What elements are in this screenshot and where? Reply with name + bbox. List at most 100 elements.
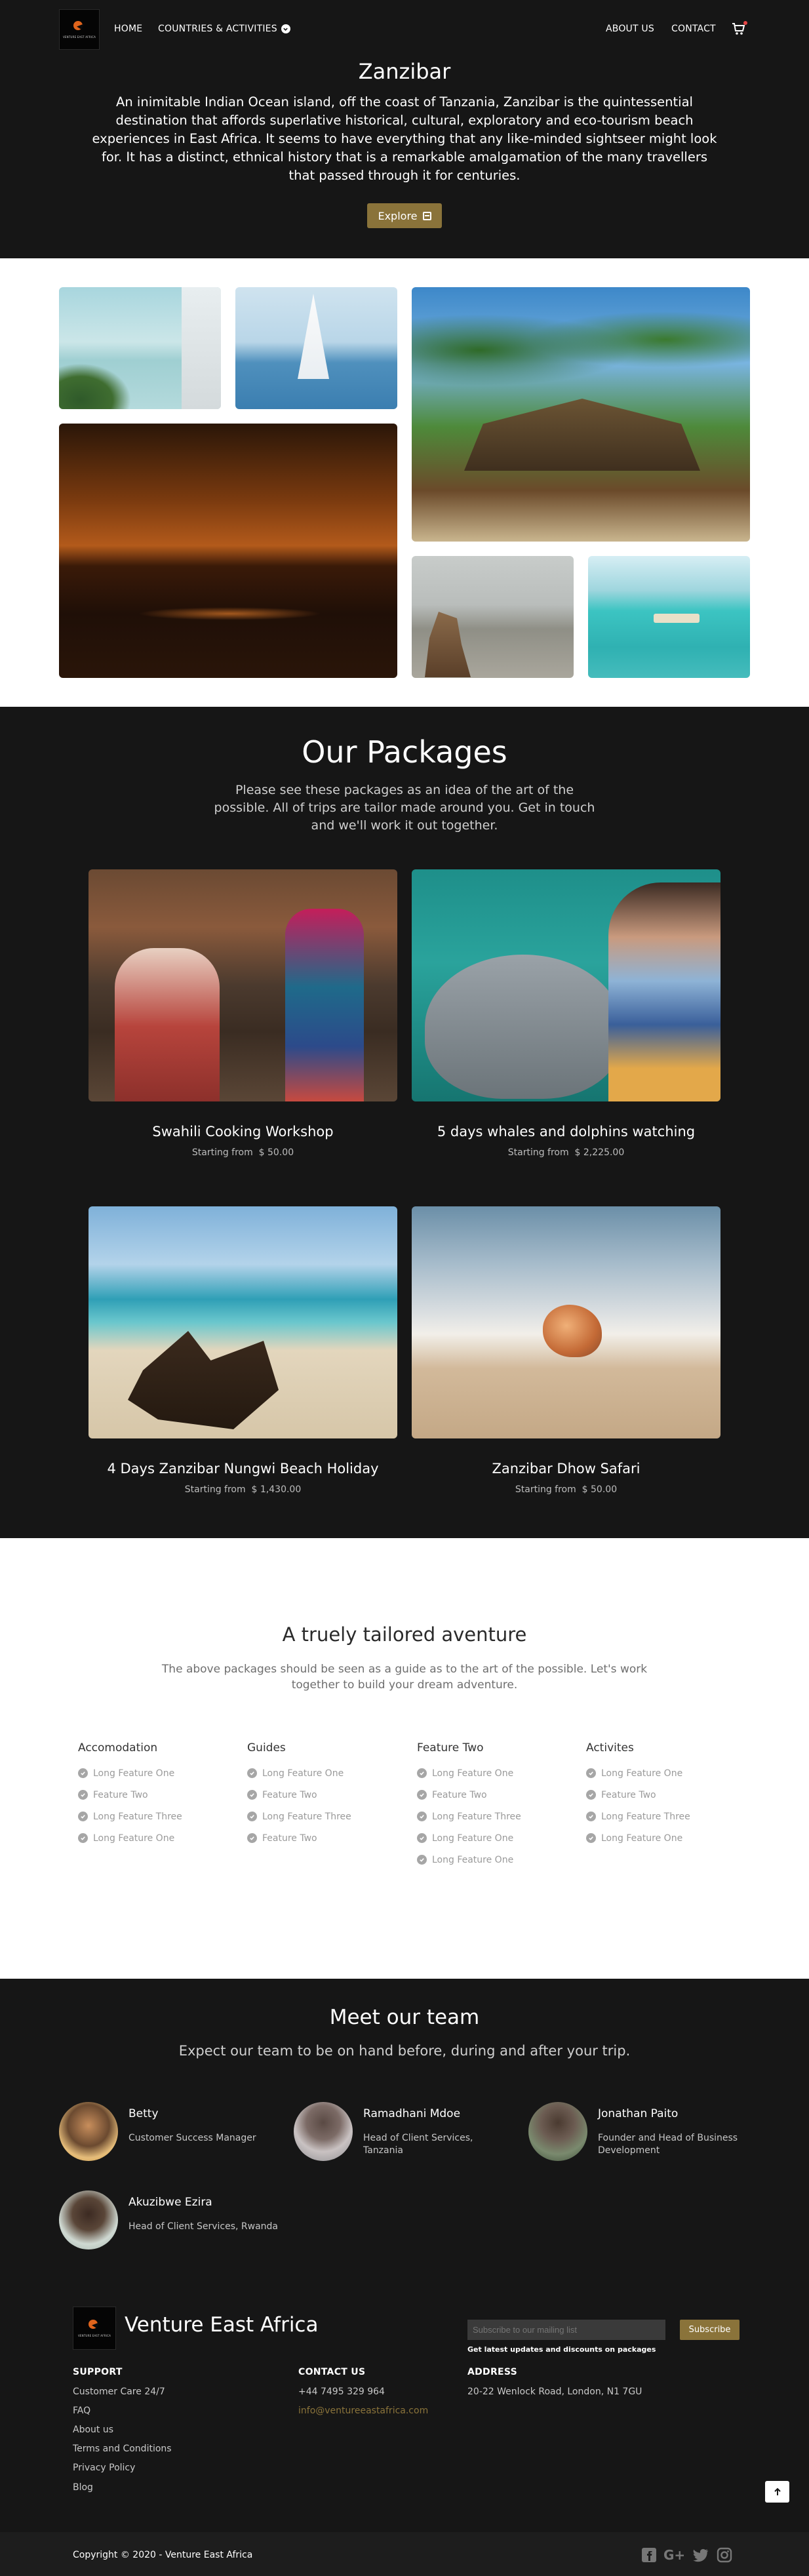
twitter-icon[interactable] xyxy=(692,2546,709,2564)
team-description: Expect our team to be on hand before, du… xyxy=(178,2043,631,2059)
package-image[interactable] xyxy=(89,869,397,1101)
check-circle-icon xyxy=(586,1768,596,1778)
gallery-photo-sunset[interactable] xyxy=(59,424,397,678)
feature-label: Feature Two xyxy=(262,1833,317,1844)
nav-countries-activities[interactable]: COUNTRIES & ACTIVITIES xyxy=(158,24,290,34)
packages-description: Please see these packages as an idea of … xyxy=(214,783,595,833)
price-value: $ 50.00 xyxy=(258,1147,294,1158)
tailored-section: A truely tailored aventure The above pac… xyxy=(0,1538,809,1979)
package-name[interactable]: Swahili Cooking Workshop xyxy=(89,1124,397,1139)
avatar xyxy=(59,2102,118,2161)
footer-link[interactable]: Blog xyxy=(73,2482,93,2493)
tailored-description: The above packages should be seen as a g… xyxy=(161,1663,648,1692)
check-circle-icon xyxy=(247,1790,257,1800)
feature-label: Feature Two xyxy=(262,1789,317,1800)
back-to-top-button[interactable] xyxy=(765,2481,789,2503)
avatar xyxy=(59,2190,118,2249)
feature-label: Long Feature One xyxy=(93,1833,175,1844)
feature-label: Long Feature One xyxy=(432,1854,514,1865)
address-line: 20-22 Wenlock Road, London, N1 7GU xyxy=(467,2387,642,2397)
footer-logo-text: VENTURE EAST AFRICA xyxy=(77,2334,111,2337)
gallery-photo-sailboat[interactable] xyxy=(235,287,397,409)
footer-link[interactable]: About us xyxy=(73,2425,113,2435)
member-role: Founder and Head of Business Development xyxy=(598,2133,738,2156)
hero-title: Zanzibar xyxy=(358,59,451,84)
svg-text:G+: G+ xyxy=(663,2547,685,2563)
hero-description: An inimitable Indian Ocean island, off t… xyxy=(92,94,717,183)
feature-label: Long Feature One xyxy=(432,1833,514,1844)
contact-email-link[interactable]: info@ventureeastafrica.com xyxy=(298,2406,428,2416)
check-circle-icon xyxy=(417,1790,427,1800)
feature-item: Feature Two xyxy=(586,1784,743,1806)
team-member: Jonathan Paito Founder and Head of Busin… xyxy=(528,2102,745,2168)
support-heading: SUPPORT xyxy=(73,2367,123,2377)
price-prefix: Starting from xyxy=(515,1484,576,1495)
feature-item: Long Feature One xyxy=(78,1762,235,1784)
member-name: Betty xyxy=(128,2107,159,2120)
instagram-icon[interactable] xyxy=(716,2546,733,2564)
check-circle-icon xyxy=(247,1812,257,1821)
nav-home[interactable]: HOME xyxy=(114,24,142,34)
footer-link[interactable]: FAQ xyxy=(73,2406,90,2416)
tailored-title: A truely tailored aventure xyxy=(282,1623,527,1646)
check-circle-icon xyxy=(586,1833,596,1843)
footer-logo[interactable]: VENTURE EAST AFRICA xyxy=(73,2307,116,2350)
feature-item: Long Feature Three xyxy=(417,1806,574,1827)
list-icon xyxy=(422,211,431,220)
package-name[interactable]: Zanzibar Dhow Safari xyxy=(412,1461,720,1476)
package-price: Starting from $ 50.00 xyxy=(412,1484,720,1495)
gallery-photo-boat-lagoon[interactable] xyxy=(588,556,750,678)
feature-item: Long Feature One xyxy=(417,1827,574,1849)
feature-label: Long Feature One xyxy=(93,1768,175,1779)
feature-label: Long Feature Three xyxy=(262,1811,351,1822)
subscribe-email-input[interactable] xyxy=(467,2320,665,2340)
feature-label: Long Feature Three xyxy=(432,1811,521,1822)
package-card[interactable]: Swahili Cooking Workshop Starting from $… xyxy=(89,869,397,1158)
check-circle-icon xyxy=(417,1833,427,1843)
feature-item: Long Feature One xyxy=(247,1762,404,1784)
feature-item: Long Feature One xyxy=(417,1849,574,1871)
photo-gallery xyxy=(0,258,809,707)
gallery-photo-palm-resort[interactable] xyxy=(412,287,750,542)
feature-item: Long Feature One xyxy=(78,1827,235,1849)
feature-label: Long Feature Three xyxy=(93,1811,182,1822)
package-card[interactable]: Zanzibar Dhow Safari Starting from $ 50.… xyxy=(412,1206,720,1495)
feature-column: Accomodation Long Feature One Feature Two L… xyxy=(78,1741,235,1849)
nav-about-us[interactable]: ABOUT US xyxy=(606,24,654,34)
avatar xyxy=(528,2102,587,2161)
logo-text: VENTURE EAST AFRICA xyxy=(62,35,96,39)
gallery-photo-beach-rest[interactable] xyxy=(59,287,221,409)
footer-link[interactable]: Terms and Conditions xyxy=(73,2444,172,2454)
chevron-down-icon xyxy=(281,24,290,33)
package-image[interactable] xyxy=(412,1206,720,1438)
google-plus-icon[interactable]: G+ xyxy=(663,2546,687,2564)
footer-link[interactable]: Privacy Policy xyxy=(73,2463,135,2473)
package-image[interactable] xyxy=(412,869,720,1101)
facebook-icon[interactable] xyxy=(641,2546,658,2564)
team-member: Akuzibwe Ezira Head of Client Services, … xyxy=(59,2190,278,2256)
gallery-photo-harbour[interactable] xyxy=(412,556,574,678)
package-image[interactable] xyxy=(89,1206,397,1438)
package-card[interactable]: 5 days whales and dolphins watching Star… xyxy=(412,869,720,1158)
feature-label: Feature Two xyxy=(432,1789,487,1800)
feature-label: Long Feature One xyxy=(601,1768,683,1779)
footer-link[interactable]: Customer Care 24/7 xyxy=(73,2387,165,2397)
subscribe-button[interactable]: Subscribe xyxy=(680,2320,740,2340)
logo-mark-icon xyxy=(88,2319,101,2332)
check-circle-icon xyxy=(417,1855,427,1865)
explore-button[interactable]: Explore xyxy=(367,203,442,228)
team-title: Meet our team xyxy=(329,2006,480,2029)
member-role: Head of Client Services, Tanzania xyxy=(363,2133,473,2156)
package-card[interactable]: 4 Days Zanzibar Nungwi Beach Holiday Sta… xyxy=(89,1206,397,1495)
feature-item: Feature Two xyxy=(247,1784,404,1806)
nav-contact[interactable]: CONTACT xyxy=(671,24,716,34)
address-heading: ADDRESS xyxy=(467,2367,518,2377)
member-name: Akuzibwe Ezira xyxy=(128,2196,212,2209)
package-name[interactable]: 5 days whales and dolphins watching xyxy=(412,1124,720,1139)
feature-column-heading: Feature Two xyxy=(417,1741,484,1754)
package-name[interactable]: 4 Days Zanzibar Nungwi Beach Holiday xyxy=(89,1461,397,1476)
feature-item: Long Feature One xyxy=(586,1762,743,1784)
subscribe-note: Get latest updates and discounts on pack… xyxy=(467,2345,656,2354)
price-prefix: Starting from xyxy=(507,1147,569,1158)
site-logo[interactable]: VENTURE EAST AFRICA xyxy=(59,9,100,50)
